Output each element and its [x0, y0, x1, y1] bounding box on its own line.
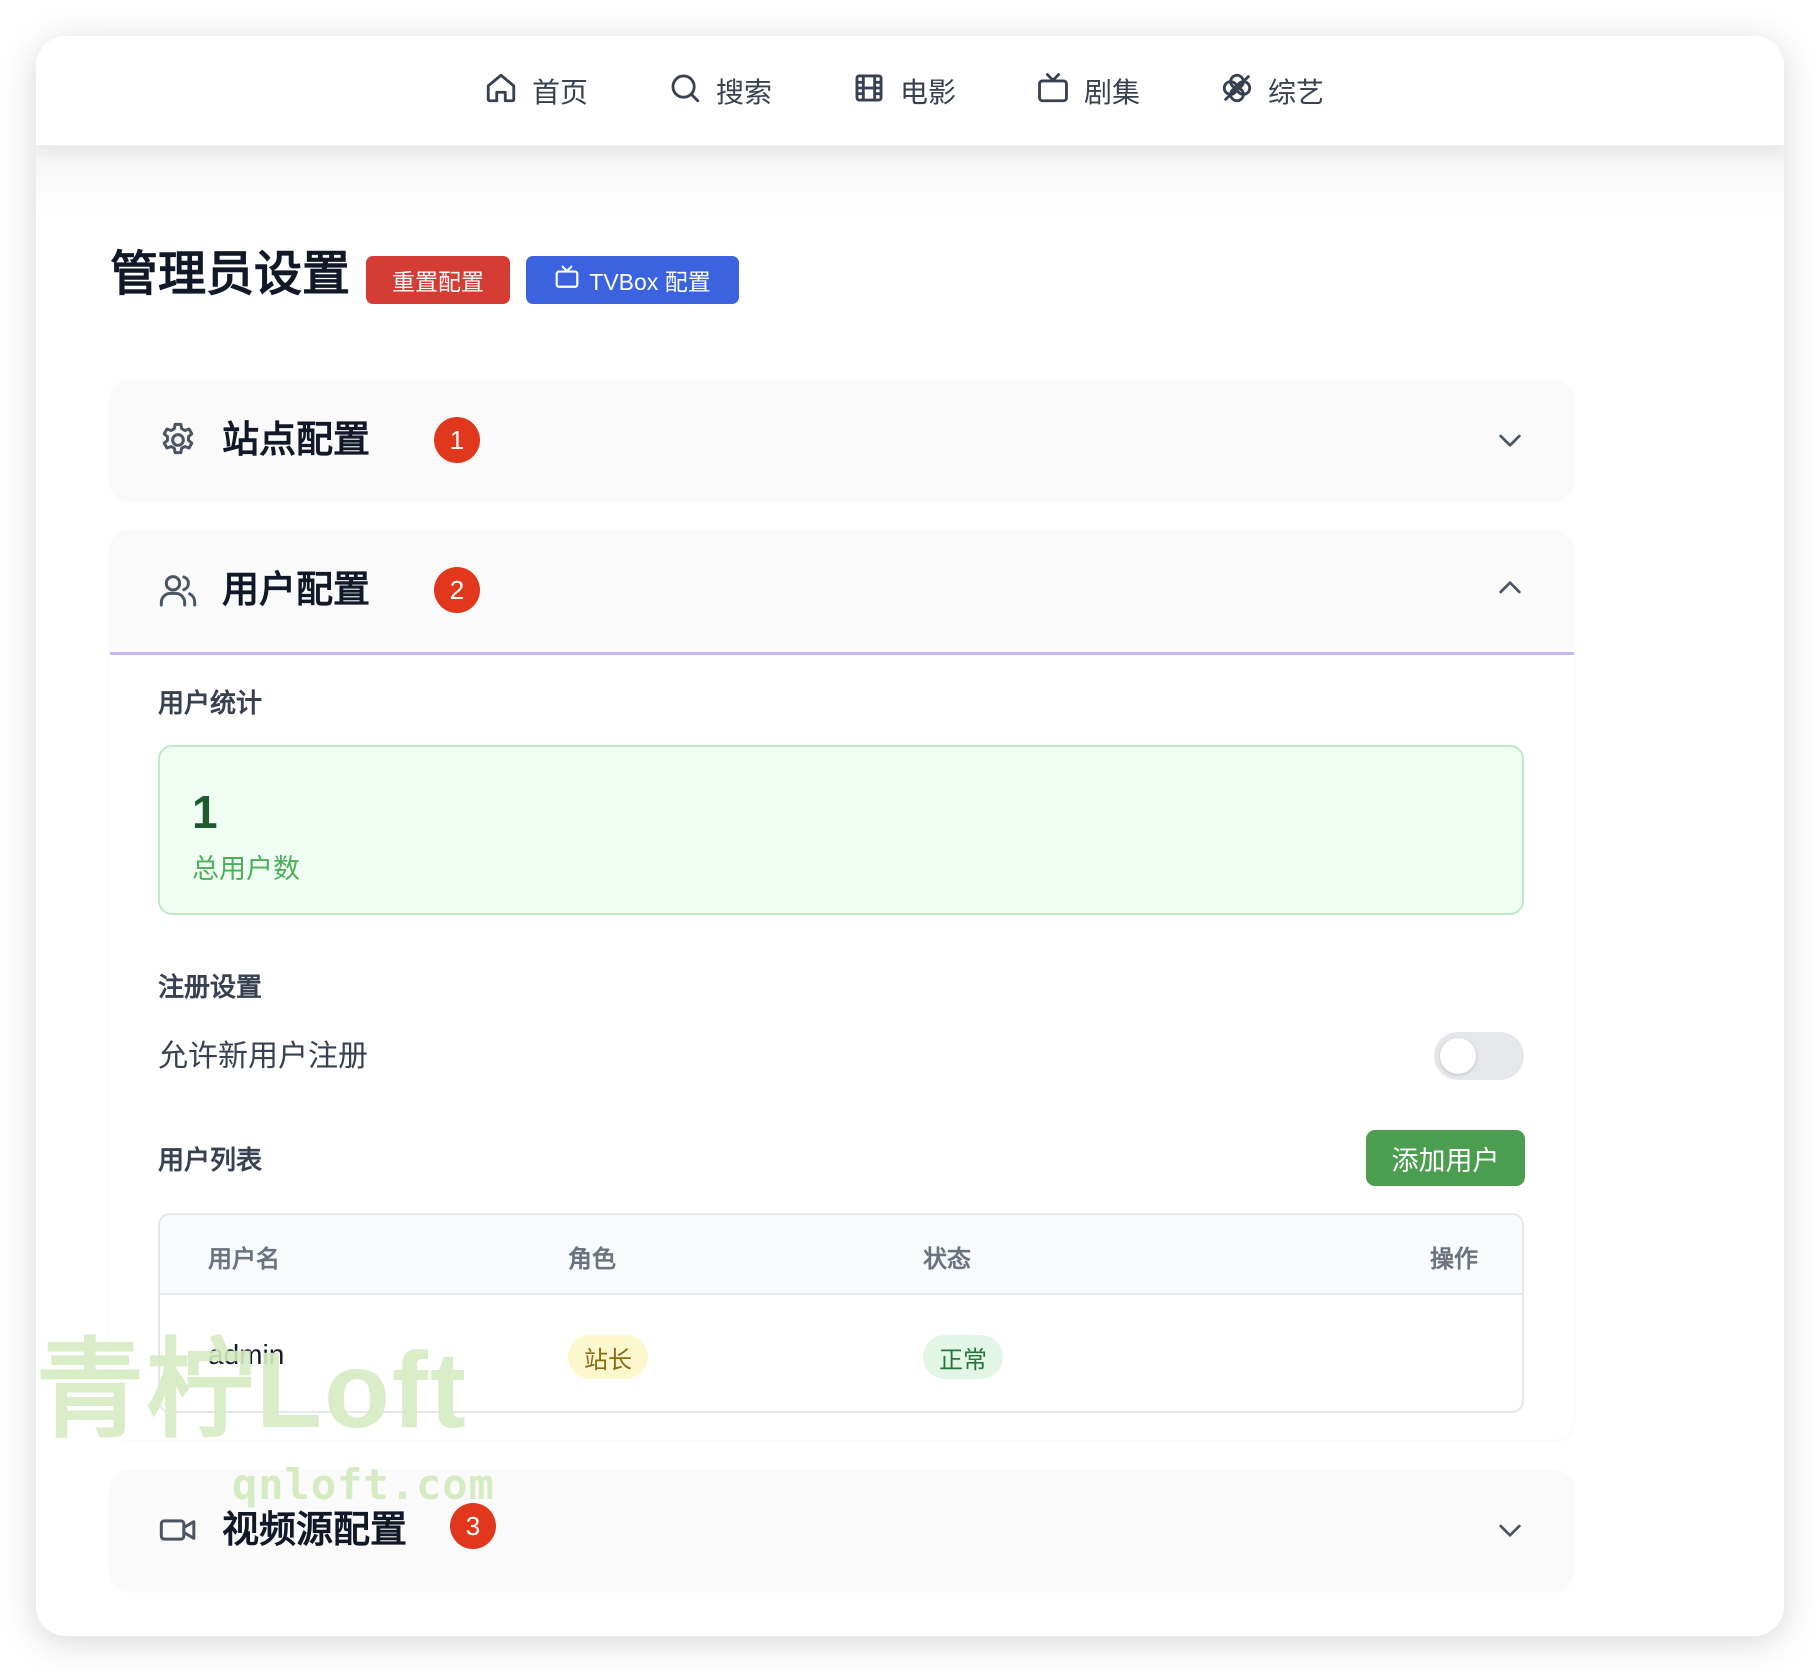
gear-icon: [158, 420, 198, 460]
users-icon: [158, 570, 198, 610]
column-header-role: 角色: [568, 1246, 616, 1273]
nav-variety[interactable]: 综艺: [1220, 64, 1324, 118]
user-stats-heading: 用户统计: [158, 688, 263, 718]
toggle-knob: [1440, 1038, 1476, 1074]
allow-registration-label: 允许新用户注册: [158, 1040, 368, 1073]
chevron-down-icon[interactable]: [1494, 1514, 1526, 1546]
tv-icon: [554, 264, 580, 296]
role-badge: 站长: [568, 1335, 648, 1379]
nav-movies-label: 电影: [900, 77, 957, 108]
site-config-title: 站点配置: [222, 419, 370, 460]
user-config-section: 用户配置 2 用户统计 1 总用户数 注册设置 允许新用户注册 用户列表 添加用…: [110, 530, 1574, 1440]
nav-search[interactable]: 搜索: [668, 64, 772, 118]
status-badge: 正常: [923, 1335, 1003, 1379]
column-header-username: 用户名: [208, 1246, 280, 1273]
main-content: 管理员设置 重置配置 TVBox 配置 站点配置 1 用户配置 2 用户统计 1…: [36, 146, 1784, 1636]
nav-search-label: 搜索: [716, 77, 773, 108]
page-title: 管理员设置: [110, 248, 351, 301]
nav-variety-label: 综艺: [1268, 77, 1325, 108]
site-config-section: 站点配置 1: [110, 380, 1574, 500]
total-users-card: 1 总用户数: [158, 745, 1524, 915]
nav-home[interactable]: 首页: [484, 64, 588, 118]
app-window: 首页 搜索 电影 剧集 综艺 管理员设置 重置配置 TVBox 配置 站点配置 …: [36, 36, 1784, 1636]
chevron-down-icon[interactable]: [1494, 424, 1526, 456]
nav-movies[interactable]: 电影: [852, 64, 956, 118]
tv-icon: [1036, 71, 1070, 112]
user-config-header[interactable]: 用户配置 2: [110, 530, 1574, 650]
video-camera-icon: [158, 1510, 198, 1550]
total-users-value: 1: [192, 786, 218, 838]
column-header-actions: 操作: [1430, 1246, 1478, 1273]
nav-home-label: 首页: [532, 77, 589, 108]
user-config-badge: 2: [434, 567, 480, 613]
tvbox-config-button[interactable]: TVBox 配置: [526, 256, 739, 304]
chevron-up-icon[interactable]: [1494, 572, 1526, 604]
reset-config-button[interactable]: 重置配置: [366, 256, 510, 304]
site-config-badge: 1: [434, 417, 480, 463]
film-icon: [852, 71, 886, 112]
column-header-status: 状态: [923, 1246, 971, 1273]
add-user-button[interactable]: 添加用户: [1366, 1130, 1525, 1186]
user-list-heading: 用户列表: [158, 1145, 263, 1175]
video-source-config-title: 视频源配置: [222, 1509, 407, 1550]
total-users-label: 总用户数: [192, 854, 300, 884]
video-source-config-section: 视频源配置 3: [110, 1470, 1574, 1590]
table-row: admin 站长 正常: [160, 1297, 1522, 1411]
registration-heading: 注册设置: [158, 972, 263, 1002]
table-header: 用户名 角色 状态 操作: [160, 1215, 1522, 1295]
user-config-body: 用户统计 1 总用户数 注册设置 允许新用户注册 用户列表 添加用户 用户名 角…: [110, 655, 1574, 1440]
video-source-config-header[interactable]: 视频源配置 3: [110, 1470, 1574, 1590]
tvbox-config-label: TVBox 配置: [589, 269, 711, 295]
top-nav: 首页 搜索 电影 剧集 综艺: [36, 36, 1784, 146]
username-cell: admin: [208, 1339, 285, 1370]
nav-series-label: 剧集: [1084, 77, 1141, 108]
site-config-header[interactable]: 站点配置 1: [110, 380, 1574, 500]
home-icon: [484, 71, 518, 112]
user-config-title: 用户配置: [222, 569, 370, 610]
user-table: 用户名 角色 状态 操作 admin 站长 正常: [158, 1213, 1524, 1413]
nav-series[interactable]: 剧集: [1036, 64, 1140, 118]
allow-registration-toggle[interactable]: [1434, 1032, 1524, 1080]
search-icon: [668, 71, 702, 112]
video-source-config-badge: 3: [450, 1503, 496, 1549]
clover-icon: [1220, 71, 1254, 112]
